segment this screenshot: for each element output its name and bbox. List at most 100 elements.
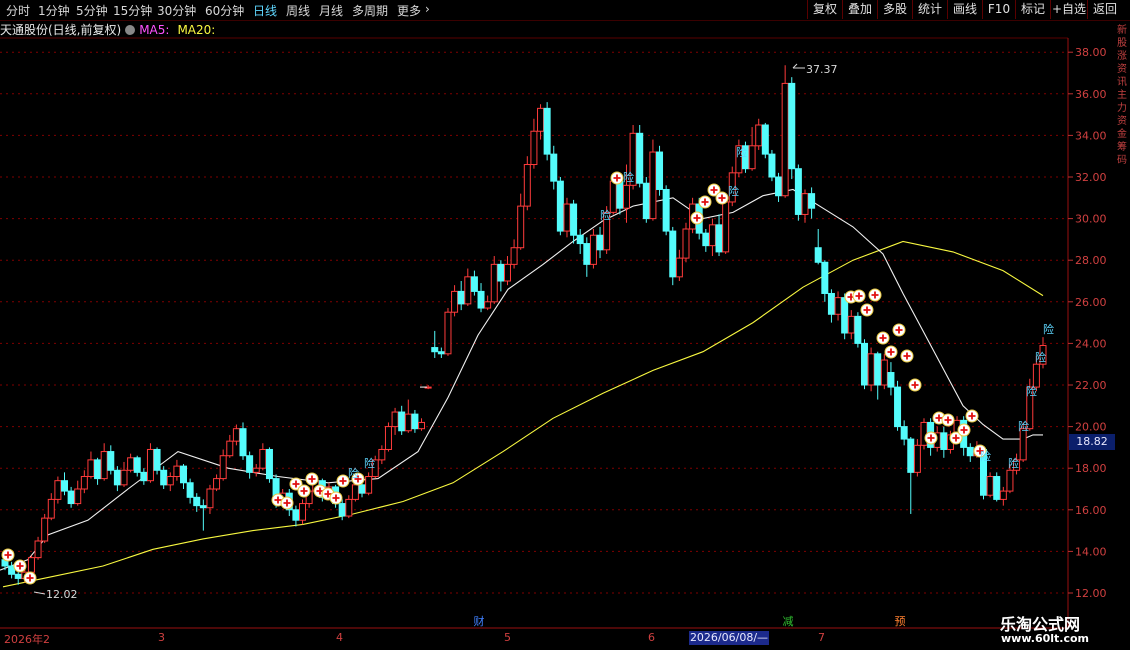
candle[interactable] (537, 104, 545, 140)
candle[interactable] (662, 185, 670, 236)
candle[interactable] (431, 330, 439, 358)
candle[interactable] (444, 308, 452, 356)
candle[interactable] (239, 422, 247, 460)
event-reduction[interactable]: 减 (781, 616, 795, 628)
candle[interactable] (570, 199, 578, 244)
candle[interactable] (87, 451, 95, 479)
candle[interactable] (120, 461, 128, 487)
candle[interactable] (265, 447, 273, 483)
candle[interactable] (113, 466, 121, 492)
candle[interactable] (682, 222, 690, 263)
candle[interactable] (464, 268, 472, 306)
candle[interactable] (596, 226, 604, 259)
candle[interactable] (252, 464, 260, 477)
candle[interactable] (146, 443, 154, 483)
candle[interactable] (127, 453, 135, 473)
period-5min[interactable]: 5分钟 (76, 2, 108, 19)
candle[interactable] (180, 464, 188, 489)
candle[interactable] (477, 283, 485, 313)
candle[interactable] (166, 472, 174, 492)
candle[interactable] (47, 493, 55, 521)
side-info-strip[interactable]: 新股涨资讯主力资金筹码 (1117, 24, 1130, 624)
period-multi[interactable]: 多周期 (352, 2, 388, 19)
period-weekly[interactable]: 周线 (286, 2, 310, 19)
adjust-button[interactable]: 复权 (807, 0, 842, 19)
candle[interactable] (365, 472, 373, 496)
candle[interactable] (160, 466, 168, 489)
candle[interactable] (940, 426, 948, 458)
candle[interactable] (834, 291, 842, 321)
candle[interactable] (986, 472, 994, 498)
overlay-button[interactable]: 叠加 (842, 0, 877, 19)
candle[interactable] (636, 125, 644, 188)
candle[interactable] (61, 472, 69, 496)
candle[interactable] (107, 445, 115, 475)
candle[interactable] (133, 455, 141, 477)
period-1min[interactable]: 1分钟 (38, 2, 70, 19)
candlestick-series[interactable] (1, 65, 1047, 585)
candle[interactable] (517, 193, 525, 250)
candle[interactable] (530, 118, 538, 169)
candle[interactable] (41, 513, 49, 544)
event-financial-report[interactable]: 财 (472, 616, 486, 628)
candle[interactable] (398, 405, 406, 435)
candle[interactable] (27, 555, 35, 575)
candle[interactable] (576, 229, 584, 254)
candle[interactable] (74, 480, 82, 506)
candle[interactable] (451, 285, 459, 317)
candle[interactable] (642, 177, 650, 223)
candle[interactable] (232, 424, 240, 446)
candle[interactable] (781, 65, 789, 198)
candle[interactable] (761, 122, 769, 159)
draw-line-button[interactable]: 画线 (947, 0, 982, 19)
candle[interactable] (391, 407, 399, 435)
candle[interactable] (140, 468, 148, 485)
candle[interactable] (186, 478, 194, 504)
chart-canvas[interactable]: 38.00 36.00 34.00 32.00 30.00 28.00 26.00 24.00… (0, 0, 1130, 650)
candle[interactable] (999, 486, 1007, 506)
candle[interactable] (299, 499, 307, 525)
candle[interactable] (219, 449, 227, 481)
candle[interactable] (384, 422, 392, 452)
candle[interactable] (523, 156, 531, 211)
candle[interactable] (259, 443, 267, 471)
candle[interactable] (193, 493, 201, 512)
candle[interactable] (808, 187, 816, 219)
candle[interactable] (510, 239, 518, 269)
candle[interactable] (649, 139, 657, 221)
candle[interactable] (880, 353, 888, 390)
candle[interactable] (755, 118, 763, 150)
candle[interactable] (213, 474, 221, 492)
candle[interactable] (907, 437, 915, 514)
candle[interactable] (345, 495, 353, 519)
candle[interactable] (913, 439, 921, 477)
f10-button[interactable]: F10 (982, 0, 1015, 19)
candle[interactable] (470, 270, 478, 296)
candle[interactable] (821, 260, 829, 302)
candle[interactable] (814, 229, 822, 265)
mark-button[interactable]: 标记 (1015, 0, 1050, 19)
statistics-button[interactable]: 统计 (912, 0, 947, 19)
candle[interactable] (556, 177, 564, 236)
period-60min[interactable]: 60分钟 (205, 2, 244, 19)
candle[interactable] (854, 312, 862, 348)
event-forecast[interactable]: 预 (893, 616, 907, 628)
period-daily[interactable]: 日线 (253, 2, 277, 19)
candle[interactable] (887, 362, 895, 396)
candle[interactable] (484, 295, 492, 311)
candle[interactable] (894, 380, 902, 431)
candle[interactable] (563, 197, 571, 238)
candle[interactable] (900, 420, 908, 446)
candle[interactable] (656, 145, 664, 196)
candle[interactable] (437, 347, 445, 358)
candle[interactable] (775, 172, 783, 202)
candle[interactable] (34, 536, 42, 560)
back-button[interactable]: 返回 (1087, 0, 1122, 19)
multi-stock-button[interactable]: 多股 (877, 0, 912, 19)
candle[interactable] (457, 281, 465, 311)
candle[interactable] (8, 561, 16, 579)
candle[interactable] (748, 127, 756, 171)
candle[interactable] (675, 249, 683, 281)
candle[interactable] (867, 347, 875, 392)
candle[interactable] (94, 457, 102, 485)
